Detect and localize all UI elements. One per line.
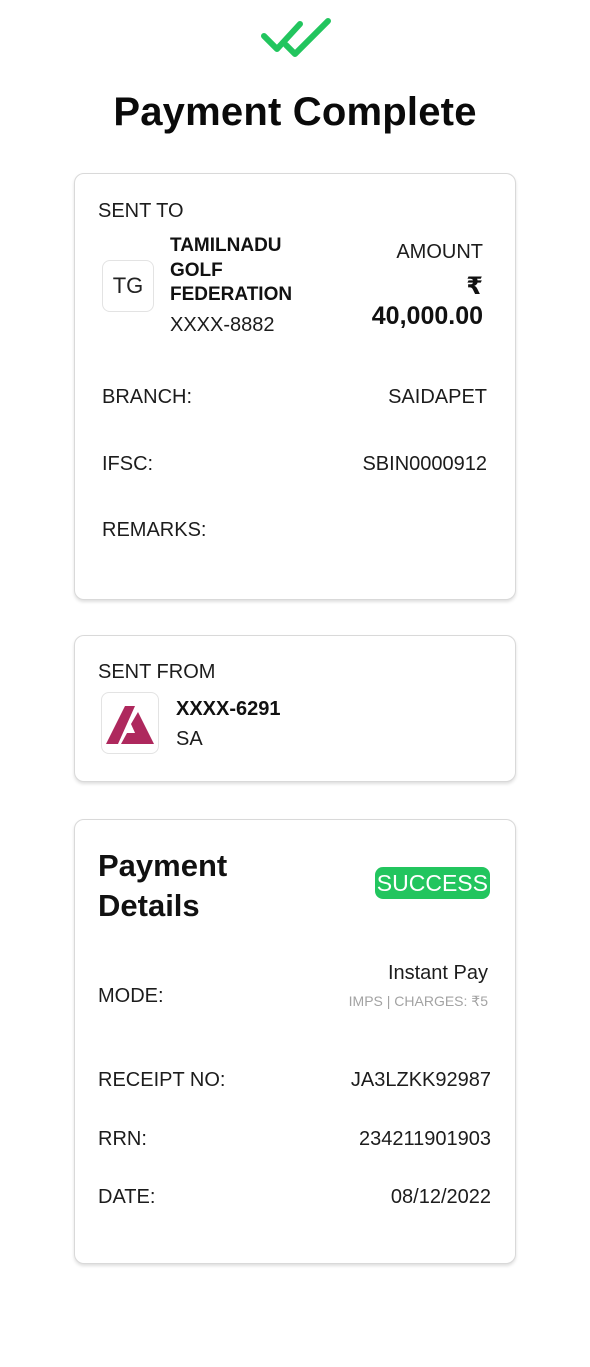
sent-from-label: SENT FROM [98,661,216,683]
branch-value: SAIDAPET [388,386,487,408]
mode-label: MODE: [98,985,164,1007]
sent-to-label: SENT TO [98,200,184,222]
payment-details-title: Payment Details [98,848,228,923]
amount-label: AMOUNT [396,241,483,263]
payee-name: TAMILNADU GOLF FEDERATION [170,235,293,305]
sender-name: SA [176,728,203,750]
double-check-icon [261,18,331,57]
axis-bank-logo-shape [106,706,154,744]
payee-account: XXXX-8882 [170,314,275,336]
rrn-value: 234211901903 [359,1128,491,1150]
receipt-label: RECEIPT NO: [98,1069,226,1091]
amount-value: 40,000.00 [371,302,483,330]
ifsc-label: IFSC: [102,453,154,475]
status-badge: SUCCESS [374,867,490,899]
mode-value: Instant Pay [387,962,488,984]
sent-to-card: SENT TO TG TAMILNADU GOLF FEDERATION XXX… [74,173,516,600]
axis-bank-logo-icon [101,692,159,754]
payment-details-card: Payment Details SUCCESS MODE: Instant Pa… [74,819,516,1264]
sender-account: XXXX-6291 [176,698,281,720]
remarks-label: REMARKS: [102,519,207,541]
date-label: DATE: [98,1186,156,1208]
branch-label: BRANCH: [102,386,193,408]
rrn-label: RRN: [98,1128,147,1150]
receipt-value: JA3LZKK92987 [350,1069,491,1091]
ifsc-value: SBIN0000912 [362,453,487,475]
date-value: 08/12/2022 [390,1186,491,1208]
mode-charges: IMPS | CHARGES: ₹5 [348,993,488,1009]
payee-avatar: TG [102,260,154,312]
page-title: Payment Complete [113,90,477,134]
sent-from-card: SENT FROM XXXX-6291 SA [74,635,516,782]
rupee-icon: ₹ [466,273,483,300]
